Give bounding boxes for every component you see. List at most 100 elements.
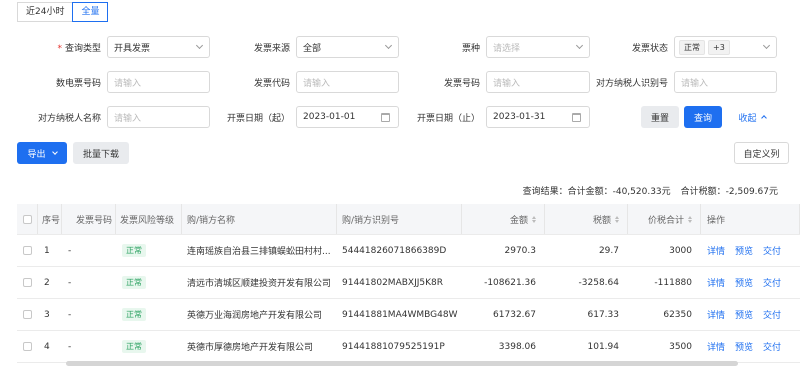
digital-no-input[interactable]: 请输入 xyxy=(107,71,210,93)
collapse-button[interactable]: 收起 xyxy=(733,106,771,128)
preview-link[interactable]: 预览 xyxy=(735,244,753,257)
invoice-table: 序号 发票号码 发票风险等级 购/销方名称 购/销方识别号 金额 税额 价税合计… xyxy=(17,204,800,363)
cell-seq: 1 xyxy=(44,245,50,256)
header-amount[interactable]: 金额 xyxy=(462,204,545,234)
detail-link[interactable]: 详情 xyxy=(707,308,725,321)
export-button[interactable]: 导出 xyxy=(17,142,67,164)
counterparty-taxid-label: 对方纳税人识别号 xyxy=(595,78,668,89)
chevron-down-icon xyxy=(575,41,584,50)
row-checkbox[interactable] xyxy=(22,342,32,351)
cell-taxid: 91441881079525191P xyxy=(342,341,445,352)
date-end-picker[interactable]: 2023-01-31 xyxy=(486,106,590,128)
table-row: 1 - 正常 连南瑶族自治县三排镇蜈蚣田村村... 54441826071866… xyxy=(17,235,800,267)
date-start-label: 开票日期（起） xyxy=(226,113,290,124)
risk-badge: 正常 xyxy=(122,276,146,289)
invoice-source-value: 全部 xyxy=(303,43,322,54)
row-checkbox-cell xyxy=(17,267,38,298)
detail-link[interactable]: 详情 xyxy=(707,276,725,289)
cell-invoice-no: - xyxy=(68,309,72,320)
invoice-source-label: 发票来源 xyxy=(253,43,290,54)
row-checkbox-cell xyxy=(17,299,38,330)
cell-invoice-no: - xyxy=(68,341,72,352)
horizontal-scrollbar[interactable] xyxy=(66,361,738,366)
table-header-row: 序号 发票号码 发票风险等级 购/销方名称 购/销方识别号 金额 税额 价税合计… xyxy=(17,204,800,235)
table-row: 2 - 正常 清远市清城区顺建投资开发有限公司 91441802MABXJJ5K… xyxy=(17,267,800,299)
header-seq: 序号 xyxy=(38,204,62,234)
header-checkbox-cell xyxy=(17,204,38,234)
invoice-number-placeholder: 请输入 xyxy=(493,78,521,89)
cell-taxid: 91441802MABXJJ5K8R xyxy=(342,277,443,288)
counterparty-name-label: 对方纳税人名称 xyxy=(37,113,101,124)
cell-amount: -108621.36 xyxy=(484,277,536,288)
digital-no-field: 数电票号码 请输入 xyxy=(30,71,210,93)
counterparty-name-input[interactable]: 请输入 xyxy=(107,106,210,128)
header-total[interactable]: 价税合计 xyxy=(628,204,701,234)
detail-link[interactable]: 详情 xyxy=(707,244,725,257)
risk-badge: 正常 xyxy=(122,244,146,257)
calendar-icon xyxy=(381,113,390,122)
row-checkbox-cell xyxy=(17,235,38,266)
invoice-code-input[interactable]: 请输入 xyxy=(296,71,399,93)
calendar-icon xyxy=(572,113,581,122)
cell-actions: 详情 预览 交付 xyxy=(701,267,800,298)
invoice-number-input[interactable]: 请输入 xyxy=(486,71,590,93)
cell-risk: 正常 xyxy=(116,267,182,298)
deliver-link[interactable]: 交付 xyxy=(763,340,781,353)
cell-total: 3500 xyxy=(669,341,692,352)
tab-all[interactable]: 全量 xyxy=(72,2,109,22)
counterparty-taxid-input[interactable]: 请输入 xyxy=(674,71,777,93)
tab-last-24h[interactable]: 近24小时 xyxy=(17,2,74,22)
sort-icon xyxy=(688,215,692,223)
preview-link[interactable]: 预览 xyxy=(735,308,753,321)
batch-download-button[interactable]: 批量下载 xyxy=(73,142,129,164)
invoice-code-label: 发票代码 xyxy=(253,78,290,89)
detail-link[interactable]: 详情 xyxy=(707,340,725,353)
invoice-status-select[interactable]: 正常 +3 xyxy=(674,36,777,58)
risk-badge: 正常 xyxy=(122,308,146,321)
cell-actions: 详情 预览 交付 xyxy=(701,299,800,330)
invoice-source-select[interactable]: 全部 xyxy=(296,36,399,58)
date-start-picker[interactable]: 2023-01-01 xyxy=(296,106,399,128)
collapse-label: 收起 xyxy=(738,113,757,124)
cell-name: 连南瑶族自治县三排镇蜈蚣田村村... xyxy=(187,247,331,257)
time-range-tabs: 近24小时 全量 xyxy=(17,2,109,22)
deliver-link[interactable]: 交付 xyxy=(763,244,781,257)
preview-link[interactable]: 预览 xyxy=(735,276,753,289)
cell-total: 62350 xyxy=(663,309,692,320)
sort-icon xyxy=(615,215,619,223)
search-button[interactable]: 查询 xyxy=(684,106,722,128)
total-tax: 合计税额：-2,509.67元 xyxy=(680,187,778,197)
cell-tax: 617.33 xyxy=(587,309,620,320)
invoice-status-field: 发票状态 正常 +3 xyxy=(598,36,777,58)
reset-button[interactable]: 重置 xyxy=(641,106,679,128)
preview-link[interactable]: 预览 xyxy=(735,340,753,353)
chevron-up-icon xyxy=(760,115,767,121)
invoice-number-field: 发票号码 请输入 xyxy=(410,71,590,93)
deliver-link[interactable]: 交付 xyxy=(763,308,781,321)
header-risk-level: 发票风险等级 xyxy=(116,204,182,234)
row-checkbox[interactable] xyxy=(22,278,32,287)
cell-name: 英德万业海润房地产开发有限公司 xyxy=(187,311,323,321)
row-checkbox[interactable] xyxy=(22,310,32,319)
header-tax[interactable]: 税额 xyxy=(545,204,628,234)
query-type-select[interactable]: 开具发票 xyxy=(107,36,210,58)
chevron-down-icon xyxy=(762,41,771,50)
date-start-value: 2023-01-01 xyxy=(303,112,356,122)
date-start-field: 开票日期（起） 2023-01-01 xyxy=(220,106,399,128)
ticket-type-select[interactable]: 请选择 xyxy=(486,36,590,58)
cell-amount: 3398.06 xyxy=(498,341,536,352)
select-all-checkbox[interactable] xyxy=(22,214,32,224)
date-end-value: 2023-01-31 xyxy=(493,112,546,122)
table-row: 3 - 正常 英德万业海润房地产开发有限公司 91441881MA4WMBG48… xyxy=(17,299,800,331)
cell-actions: 详情 预览 交付 xyxy=(701,331,800,362)
summary-label: 查询结果： xyxy=(522,187,568,197)
counterparty-taxid-field: 对方纳税人识别号 请输入 xyxy=(592,71,777,93)
deliver-link[interactable]: 交付 xyxy=(763,276,781,289)
risk-badge: 正常 xyxy=(122,340,146,353)
chevron-down-icon xyxy=(384,41,393,50)
row-checkbox[interactable] xyxy=(22,246,32,255)
status-tag-normal: 正常 xyxy=(679,39,705,55)
cell-invoice-no: - xyxy=(68,245,72,256)
cell-risk: 正常 xyxy=(116,299,182,330)
customize-columns-button[interactable]: 自定义列 xyxy=(734,142,789,164)
